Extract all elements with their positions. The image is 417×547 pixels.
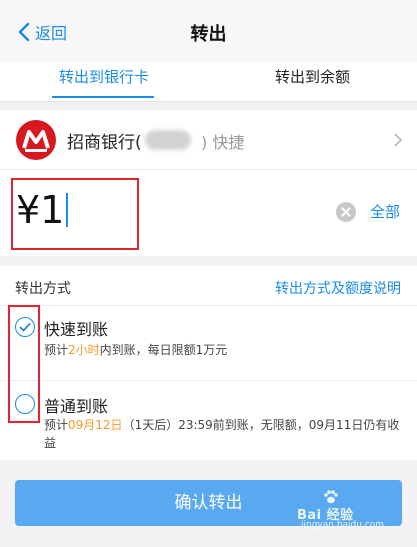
option-title: 普通到账 <box>44 397 109 416</box>
transfer-all-button[interactable]: 全部 <box>370 201 400 222</box>
bank-card-selector[interactable]: 招商银行( ) 快捷 <box>0 110 417 170</box>
method-quota-info-link[interactable]: 转出方式及额度说明 <box>275 278 401 298</box>
bank-name: 招商银行( <box>67 133 142 153</box>
paw-icon <box>324 490 338 504</box>
annotation-box-radio <box>8 305 40 423</box>
page-title: 转出 <box>190 24 227 45</box>
option-title: 快速到账 <box>44 320 109 339</box>
baidu-jingyan-watermark: Bai 经验 jingyan.baidu.com <box>297 490 407 530</box>
option-description: 预计2小时内到账，每日限额1万元 <box>44 343 228 357</box>
tab-bar: 转出到银行卡 转出到余额 <box>0 62 417 102</box>
annotation-box-amount <box>11 178 139 250</box>
cmb-bank-logo-icon <box>16 120 56 160</box>
tab-transfer-to-balance[interactable]: 转出到余额 <box>208 62 417 102</box>
transfer-method-label: 转出方式 <box>15 281 71 297</box>
nav-bar: 返回 转出 <box>0 0 417 62</box>
option-normal-arrival[interactable]: 普通到账 预计09月12日（1天后）23:59前到账，无限额，09月11日仍有收… <box>0 381 417 460</box>
transfer-method-header: 转出方式 转出方式及额度说明 <box>0 266 417 306</box>
chevron-right-icon <box>394 133 403 147</box>
masked-card-number <box>145 130 191 150</box>
transfer-out-screen: 返回 转出 转出到银行卡 转出到余额 招商银行( ) 快捷 ¥1 全部 转出方式… <box>0 0 417 547</box>
watermark-url: jingyan.baidu.com <box>301 520 385 530</box>
clear-amount-icon[interactable] <box>336 202 356 222</box>
option-fast-arrival[interactable]: 快速到账 预计2小时内到账，每日限额1万元 <box>0 306 417 381</box>
bank-tag: ) 快捷 <box>201 133 245 152</box>
option-description: 预计09月12日（1天后）23:59前到账，无限额，09月11日仍有收益 <box>44 418 400 450</box>
active-tab-indicator <box>52 96 154 98</box>
